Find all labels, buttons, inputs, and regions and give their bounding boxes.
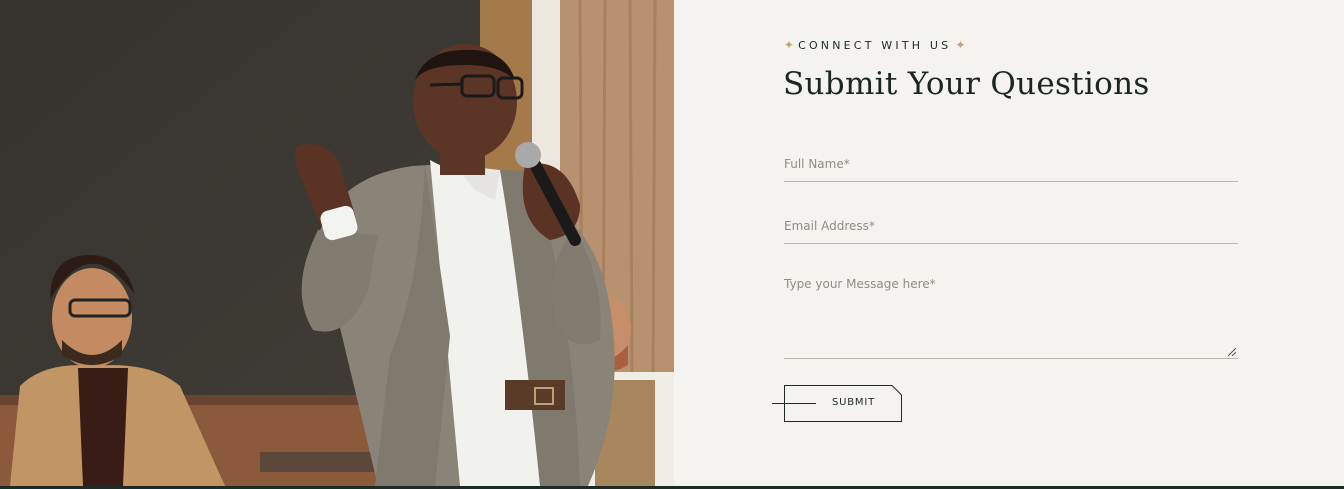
full-name-input[interactable] — [784, 152, 1238, 176]
message-field-wrap — [784, 275, 1238, 359]
submit-label: SUBMIT — [832, 397, 876, 408]
submit-button[interactable]: SUBMIT — [784, 385, 902, 422]
eyebrow: ✦ CONNECT WITH US ✦ — [784, 38, 965, 52]
contact-form-panel: ✦ CONNECT WITH US ✦ Submit Your Question… — [674, 0, 1344, 486]
conference-speaker-illustration — [0, 0, 674, 486]
sparkle-icon: ✦ — [955, 38, 966, 52]
email-input[interactable] — [784, 214, 1238, 238]
eyebrow-text: CONNECT WITH US — [798, 38, 952, 52]
email-field-wrap — [784, 214, 1238, 244]
resize-handle-icon[interactable] — [1228, 348, 1236, 356]
full-name-field-wrap — [784, 152, 1238, 182]
form-title: Submit Your Questions — [783, 66, 1150, 102]
sparkle-icon: ✦ — [784, 38, 795, 52]
submit-wrap: SUBMIT — [772, 385, 904, 423]
hero-photo — [0, 0, 674, 486]
message-textarea[interactable] — [784, 275, 1238, 355]
